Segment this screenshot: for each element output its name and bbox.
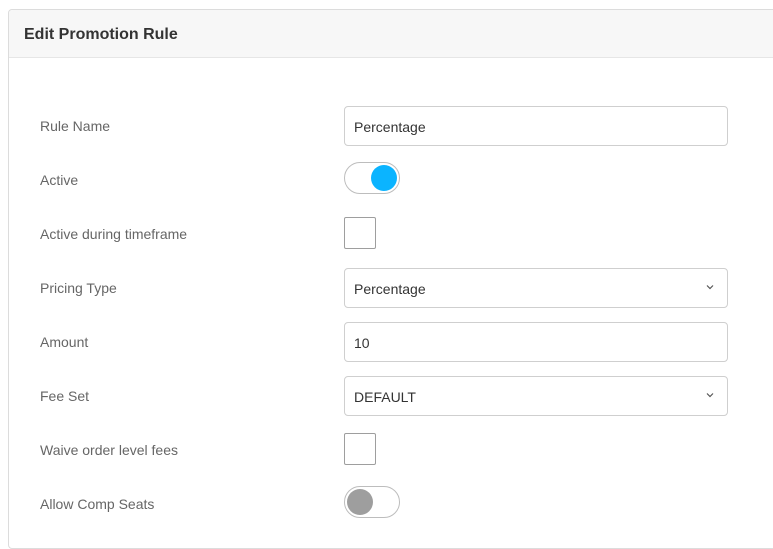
- active-timeframe-checkbox[interactable]: [344, 217, 376, 249]
- chevron-down-icon: [706, 393, 714, 398]
- pricing-type-value: Percentage: [354, 281, 426, 297]
- rule-name-label: Rule Name: [40, 118, 111, 134]
- pricing-type-label: Pricing Type: [40, 280, 117, 296]
- allow-comp-seats-toggle[interactable]: [344, 486, 400, 518]
- pricing-type-select[interactable]: Percentage: [344, 268, 728, 308]
- active-label: Active: [40, 172, 79, 188]
- allow-comp-seats-label: Allow Comp Seats: [40, 496, 155, 512]
- fee-set-label: Fee Set: [40, 388, 90, 404]
- active-toggle[interactable]: [344, 162, 400, 194]
- rule-name-input[interactable]: Percentage: [344, 106, 728, 146]
- active-timeframe-label: Active during timeframe: [40, 226, 188, 242]
- edit-promotion-rule-panel: Edit Promotion Rule Rule Name Percentage…: [8, 9, 773, 549]
- amount-label: Amount: [40, 334, 89, 350]
- allow-comp-seats-toggle-knob: [347, 489, 373, 515]
- chevron-down-icon: [706, 285, 714, 290]
- amount-input[interactable]: 10: [344, 322, 728, 362]
- fee-set-select[interactable]: DEFAULT: [344, 376, 728, 416]
- fee-set-value: DEFAULT: [354, 389, 416, 405]
- panel-title: Edit Promotion Rule: [24, 26, 178, 43]
- amount-value: 10: [354, 335, 370, 351]
- active-toggle-knob: [371, 165, 397, 191]
- waive-fees-checkbox[interactable]: [344, 433, 376, 465]
- rule-name-value: Percentage: [354, 119, 426, 135]
- panel-header: Edit Promotion Rule: [9, 10, 773, 58]
- waive-fees-label: Waive order level fees: [40, 442, 178, 458]
